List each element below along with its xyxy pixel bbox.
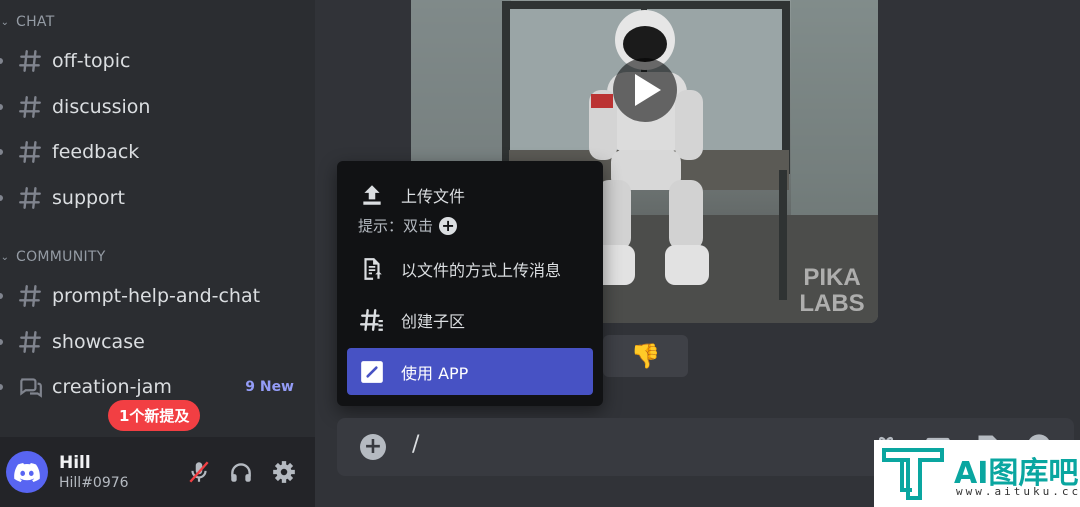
channel-off-topic[interactable]: off-topic (0, 42, 310, 80)
channel-label: showcase (52, 331, 145, 353)
channel-label: discussion (52, 96, 151, 118)
plus-circle-icon: + (439, 216, 458, 235)
unread-dot (0, 149, 3, 155)
gear-icon[interactable] (271, 459, 297, 485)
menu-item-create-thread[interactable]: 创建子区 (347, 298, 593, 342)
new-posts-badge: 9 New (245, 379, 294, 395)
forum-icon (20, 378, 42, 398)
user-tag: Hill#0976 (59, 475, 129, 491)
hashtag-thread-icon (19, 96, 41, 118)
discord-logo-icon (14, 463, 40, 482)
attach-plus-button[interactable]: + (360, 434, 386, 460)
channel-discussion[interactable]: discussion (0, 88, 310, 126)
menu-item-use-app[interactable]: 使用 APP (347, 348, 593, 395)
unread-dot (0, 384, 3, 390)
message-input[interactable]: / (412, 432, 419, 457)
user-panel: Hill Hill#0976 (0, 437, 315, 507)
hashtag-icon (19, 50, 41, 72)
channel-label: creation-jam (52, 376, 172, 398)
unread-dot (0, 195, 3, 201)
pika-labs-watermark: PIKA LABS (799, 264, 865, 317)
channel-sidebar: ⌄ CHAT off-topic discussion feedback sup… (0, 0, 315, 507)
category-label: CHAT (16, 14, 55, 30)
category-community[interactable]: ⌄ COMMUNITY (0, 247, 106, 267)
hint-text: 提示：双击 (358, 217, 434, 235)
unread-dot (0, 104, 3, 110)
unread-dot (0, 339, 3, 345)
chevron-down-icon: ⌄ (0, 16, 10, 28)
category-label: COMMUNITY (16, 249, 106, 265)
channel-label: feedback (52, 141, 140, 163)
upload-hint: 提示：双击 + (358, 215, 458, 236)
reaction-thumbs-down[interactable]: 👎 (603, 335, 688, 377)
channel-support[interactable]: support (0, 179, 310, 217)
watermark-url: www.aituku.cc (956, 485, 1080, 498)
channel-label: prompt-help-and-chat (52, 285, 261, 307)
microphone-muted-icon[interactable] (186, 459, 212, 485)
headphones-icon[interactable] (228, 459, 254, 485)
channel-prompt-help-and-chat[interactable]: prompt-help-and-chat (0, 277, 310, 315)
hashtag-thread-icon (19, 331, 41, 353)
site-watermark: AI图库吧 www.aituku.cc (874, 440, 1080, 507)
aituku-logo-icon (882, 448, 944, 500)
hashtag-thread-icon (19, 285, 41, 307)
file-upload-icon (364, 258, 382, 280)
thumbs-down-emoji: 👎 (630, 342, 661, 370)
channel-label: off-topic (52, 50, 131, 72)
thread-icon (359, 309, 383, 331)
menu-item-label: 创建子区 (401, 312, 466, 331)
app-icon (361, 360, 383, 383)
username: Hill (59, 453, 91, 473)
unread-dot (0, 293, 3, 299)
channel-feedback[interactable]: feedback (0, 133, 310, 171)
channel-label: support (52, 187, 125, 209)
attach-menu: 上传文件 提示：双击 + 以文件的方式上传消息 创建子区 使用 APP (337, 161, 603, 406)
menu-item-upload-file[interactable]: 上传文件 (347, 173, 593, 217)
menu-item-upload-as-file[interactable]: 以文件的方式上传消息 (347, 247, 593, 291)
upload-icon (363, 185, 381, 205)
avatar[interactable] (6, 451, 48, 493)
hashtag-icon (19, 187, 41, 209)
category-chat[interactable]: ⌄ CHAT (0, 12, 55, 32)
menu-item-label: 使用 APP (401, 363, 469, 383)
hashtag-thread-icon (19, 141, 41, 163)
new-mention-pill[interactable]: 1个新提及 (108, 400, 201, 431)
unread-dot (0, 58, 3, 64)
channel-showcase[interactable]: showcase (0, 323, 310, 361)
menu-item-label: 上传文件 (401, 187, 466, 206)
chevron-down-icon: ⌄ (0, 251, 10, 263)
menu-item-label: 以文件的方式上传消息 (401, 261, 562, 280)
